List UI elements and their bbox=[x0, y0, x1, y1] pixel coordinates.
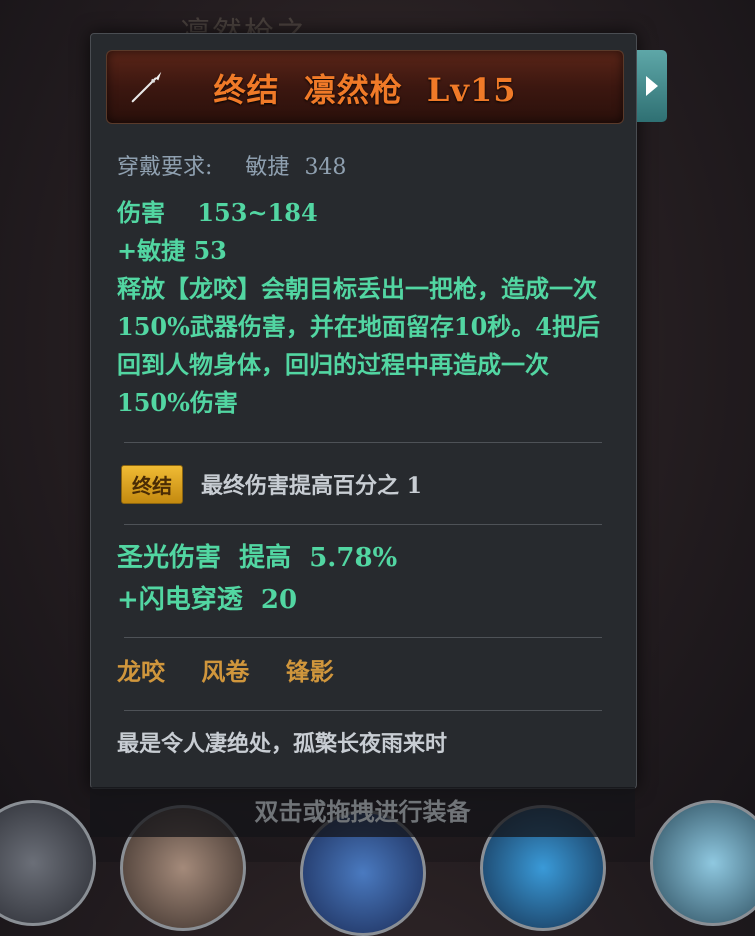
requirement-label: 穿戴要求: bbox=[117, 155, 213, 180]
affix-badge: 终结 bbox=[121, 464, 183, 504]
next-arrow-button[interactable] bbox=[637, 50, 667, 122]
lightning-penetration: +闪电穿透 20 bbox=[117, 585, 298, 615]
damage-value: 153~184 bbox=[197, 198, 318, 227]
skill-tags: 龙咬 风卷 锋影 bbox=[117, 652, 362, 687]
skill-tag: 龙咬 bbox=[117, 657, 165, 686]
agility-bonus: +敏捷 53 bbox=[117, 236, 227, 265]
divider-3 bbox=[124, 637, 602, 638]
requirement-stat: 敏捷 bbox=[245, 155, 290, 180]
divider-4 bbox=[124, 710, 602, 711]
item-title: 终结 凛然枪 Lv15 bbox=[107, 65, 623, 111]
item-quality: 终结 bbox=[213, 71, 280, 109]
divider-1 bbox=[124, 442, 602, 443]
item-tooltip-panel: 终结 凛然枪 Lv15 穿戴要求: 敏捷 348 伤害 153~184 +敏捷 … bbox=[90, 33, 637, 789]
chevron-right-icon bbox=[646, 76, 658, 96]
damage-label: 伤害 bbox=[117, 198, 165, 227]
equip-hint: 双击或拖拽进行装备 bbox=[90, 787, 635, 837]
avatar-slot-1[interactable] bbox=[0, 800, 96, 926]
item-level: Lv15 bbox=[426, 71, 517, 109]
affix-text: 最终伤害提高百分之 1 bbox=[201, 473, 422, 499]
base-stats: 伤害 153~184 +敏捷 53 释放【龙咬】会朝目标丢出一把枪，造成一次15… bbox=[117, 194, 617, 422]
skill-tag: 风卷 bbox=[201, 657, 250, 686]
avatar-slot-5[interactable] bbox=[650, 800, 755, 926]
skill-description: 释放【龙咬】会朝目标丢出一把枪，造成一次150%武器伤害，并在地面留存10秒。4… bbox=[117, 274, 600, 417]
divider-2 bbox=[124, 524, 602, 525]
flavor-text: 最是令人凄绝处，孤檠长夜雨来时 bbox=[117, 731, 448, 757]
item-header: 终结 凛然枪 Lv15 bbox=[106, 50, 624, 124]
bonus-stats: 圣光伤害 提高 5.78% +闪电穿透 20 bbox=[117, 537, 397, 621]
affix-row: 终结 最终伤害提高百分之 1 bbox=[121, 464, 422, 504]
requirement-value: 348 bbox=[304, 155, 347, 180]
skill-tag: 锋影 bbox=[285, 657, 334, 686]
item-name: 凛然枪 bbox=[303, 71, 403, 109]
damage-row: 伤害 153~184 bbox=[117, 194, 617, 232]
requirement-line: 穿戴要求: 敏捷 348 bbox=[117, 149, 346, 181]
holy-damage-bonus: 圣光伤害 提高 5.78% bbox=[117, 543, 398, 573]
